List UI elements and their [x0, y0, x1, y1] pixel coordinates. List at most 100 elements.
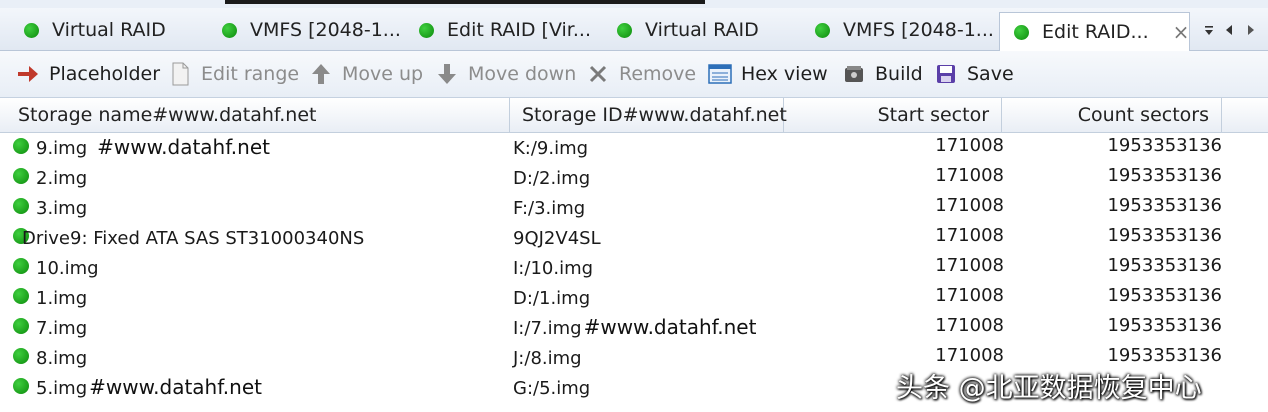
tab-vmfs-1[interactable]: VMFS [2048-1...: [222, 10, 401, 50]
document-icon: [168, 62, 192, 86]
tab-edit-raid-1[interactable]: Edit RAID [Vir...: [419, 10, 591, 50]
table-row[interactable]: 1.img D:/1.img 171008 1953353136: [0, 283, 1268, 313]
start-sector-cell: 171008: [935, 255, 1004, 276]
status-dot-icon: [13, 258, 29, 274]
tab-edit-raid-active[interactable]: Edit RAID... ×: [999, 12, 1190, 51]
tab-virtual-raid-2[interactable]: Virtual RAID: [617, 10, 759, 50]
floppy-disk-icon: [934, 62, 958, 86]
storage-id-cell: F:/3.img: [513, 198, 586, 219]
hex-view-button[interactable]: Hex view: [708, 51, 828, 97]
save-label: Save: [967, 63, 1014, 85]
storage-id-cell: I:/7.img #www.datahf.net: [513, 315, 757, 339]
tab-bar: Virtual RAID VMFS [2048-1... Edit RAID […: [0, 8, 1268, 51]
build-button[interactable]: Build: [842, 51, 923, 97]
status-dot-icon: [419, 22, 434, 38]
arrow-right-icon: [16, 62, 40, 86]
storage-name-cell: 2.img: [36, 168, 88, 189]
tab-label: Virtual RAID: [645, 19, 759, 41]
arrow-up-icon: [309, 62, 333, 86]
table-row[interactable]: 3.img F:/3.img 171008 1953353136: [0, 193, 1268, 223]
move-down-label: Move down: [468, 63, 577, 85]
arrow-down-icon: [435, 62, 459, 86]
count-sectors-cell: 1953353136: [1107, 225, 1222, 246]
storage-name-cell: 7.img: [36, 318, 88, 339]
move-up-button[interactable]: Move up: [309, 51, 423, 97]
start-sector-cell: 171008: [935, 225, 1004, 246]
hex-grid-icon: [708, 62, 732, 86]
storage-id-cell: G:/5.img: [513, 378, 591, 399]
storage-id-cell: I:/10.img: [513, 258, 594, 279]
toolbar: Placeholder Edit range Move up Move down…: [0, 51, 1268, 98]
count-sectors-cell: 1953353136: [1107, 255, 1222, 276]
storage-name-cell: 3.img: [36, 198, 88, 219]
storage-id-cell: D:/1.img: [513, 288, 591, 309]
start-sector-cell: 171008: [935, 165, 1004, 186]
status-dot-icon: [1014, 24, 1029, 40]
storage-name-cell: Drive9: Fixed ATA SAS ST31000340NS: [22, 228, 365, 249]
table-row[interactable]: Drive9: Fixed ATA SAS ST31000340NS 9QJ2V…: [0, 223, 1268, 253]
status-dot-icon: [13, 198, 29, 214]
status-dot-icon: [13, 378, 29, 394]
storage-id-cell: J:/8.img: [513, 348, 582, 369]
build-label: Build: [875, 63, 923, 85]
storage-id-cell: K:/9.img: [513, 138, 589, 159]
tab-vmfs-2[interactable]: VMFS [2048-1...: [815, 10, 994, 50]
table-row[interactable]: 10.img I:/10.img 171008 1953353136: [0, 253, 1268, 283]
storage-name-cell: 8.img: [36, 348, 88, 369]
build-disk-icon: [842, 62, 866, 86]
start-sector-cell: 171008: [935, 195, 1004, 216]
column-header-storage-id[interactable]: Storage ID#www.datahf.net: [510, 98, 787, 132]
watermark-text: 头条 @北亚数据恢复中心: [896, 373, 1202, 404]
status-dot-icon: [13, 348, 29, 364]
table-row[interactable]: 7.img I:/7.img #www.datahf.net 171008 195…: [0, 313, 1268, 343]
tab-virtual-raid-1[interactable]: Virtual RAID: [24, 10, 166, 50]
table-header: Storage name#www.datahf.net Storage ID#w…: [0, 98, 1268, 133]
save-button[interactable]: Save: [934, 51, 1014, 97]
hex-view-label: Hex view: [741, 63, 828, 85]
tab-list-dropdown-icon[interactable]: [1200, 18, 1218, 42]
scroll-tabs-left-icon[interactable]: [1218, 18, 1240, 42]
tab-label: VMFS [2048-1...: [250, 19, 401, 41]
start-sector-cell: 171008: [935, 285, 1004, 306]
count-sectors-cell: 1953353136: [1107, 285, 1222, 306]
storage-name-cell: 5.img #www.datahf.net: [36, 375, 262, 399]
status-dot-icon: [13, 288, 29, 304]
storage-name-cell: 1.img: [36, 288, 88, 309]
edit-range-label: Edit range: [201, 63, 300, 85]
status-dot-icon: [222, 22, 237, 38]
table-row[interactable]: 2.img D:/2.img 171008 1953353136: [0, 163, 1268, 193]
status-dot-icon: [24, 22, 39, 38]
column-header-start-sector[interactable]: Start sector: [784, 98, 1002, 132]
tab-label: Edit RAID [Vir...: [447, 19, 591, 41]
close-tab-icon[interactable]: ×: [1173, 20, 1190, 44]
table-row[interactable]: 9.img #www.datahf.net K:/9.img 171008 195…: [0, 133, 1268, 163]
close-x-icon: [586, 62, 610, 86]
remove-label: Remove: [619, 63, 697, 85]
storage-name-cell: 9.img #www.datahf.net: [36, 135, 270, 159]
tab-label: VMFS [2048-1...: [843, 19, 994, 41]
tab-navigation: [1200, 18, 1262, 42]
top-edge: [0, 0, 1268, 8]
count-sectors-cell: 1953353136: [1107, 165, 1222, 186]
remove-button[interactable]: Remove: [586, 51, 696, 97]
column-header-count-sectors[interactable]: Count sectors: [1002, 98, 1222, 132]
storage-id-cell: 9QJ2V4SL: [513, 228, 601, 249]
status-dot-icon: [13, 168, 29, 184]
scroll-tabs-right-icon[interactable]: [1240, 18, 1262, 42]
move-down-button[interactable]: Move down: [435, 51, 576, 97]
top-edge-bar: [225, 0, 705, 4]
start-sector-cell: 171008: [935, 315, 1004, 336]
placeholder-button[interactable]: Placeholder: [16, 51, 160, 97]
count-sectors-cell: 1953353136: [1107, 345, 1222, 366]
storage-name-cell: 10.img: [36, 258, 99, 279]
start-sector-cell: 171008: [935, 345, 1004, 366]
edit-range-button[interactable]: Edit range: [168, 51, 299, 97]
count-sectors-cell: 1953353136: [1107, 195, 1222, 216]
storage-id-cell: D:/2.img: [513, 168, 591, 189]
placeholder-label: Placeholder: [49, 63, 161, 85]
tab-label: Virtual RAID: [52, 19, 166, 41]
column-header-storage-name[interactable]: Storage name#www.datahf.net: [0, 98, 510, 132]
status-dot-icon: [617, 22, 632, 38]
status-dot-icon: [815, 22, 830, 38]
count-sectors-cell: 1953353136: [1107, 315, 1222, 336]
